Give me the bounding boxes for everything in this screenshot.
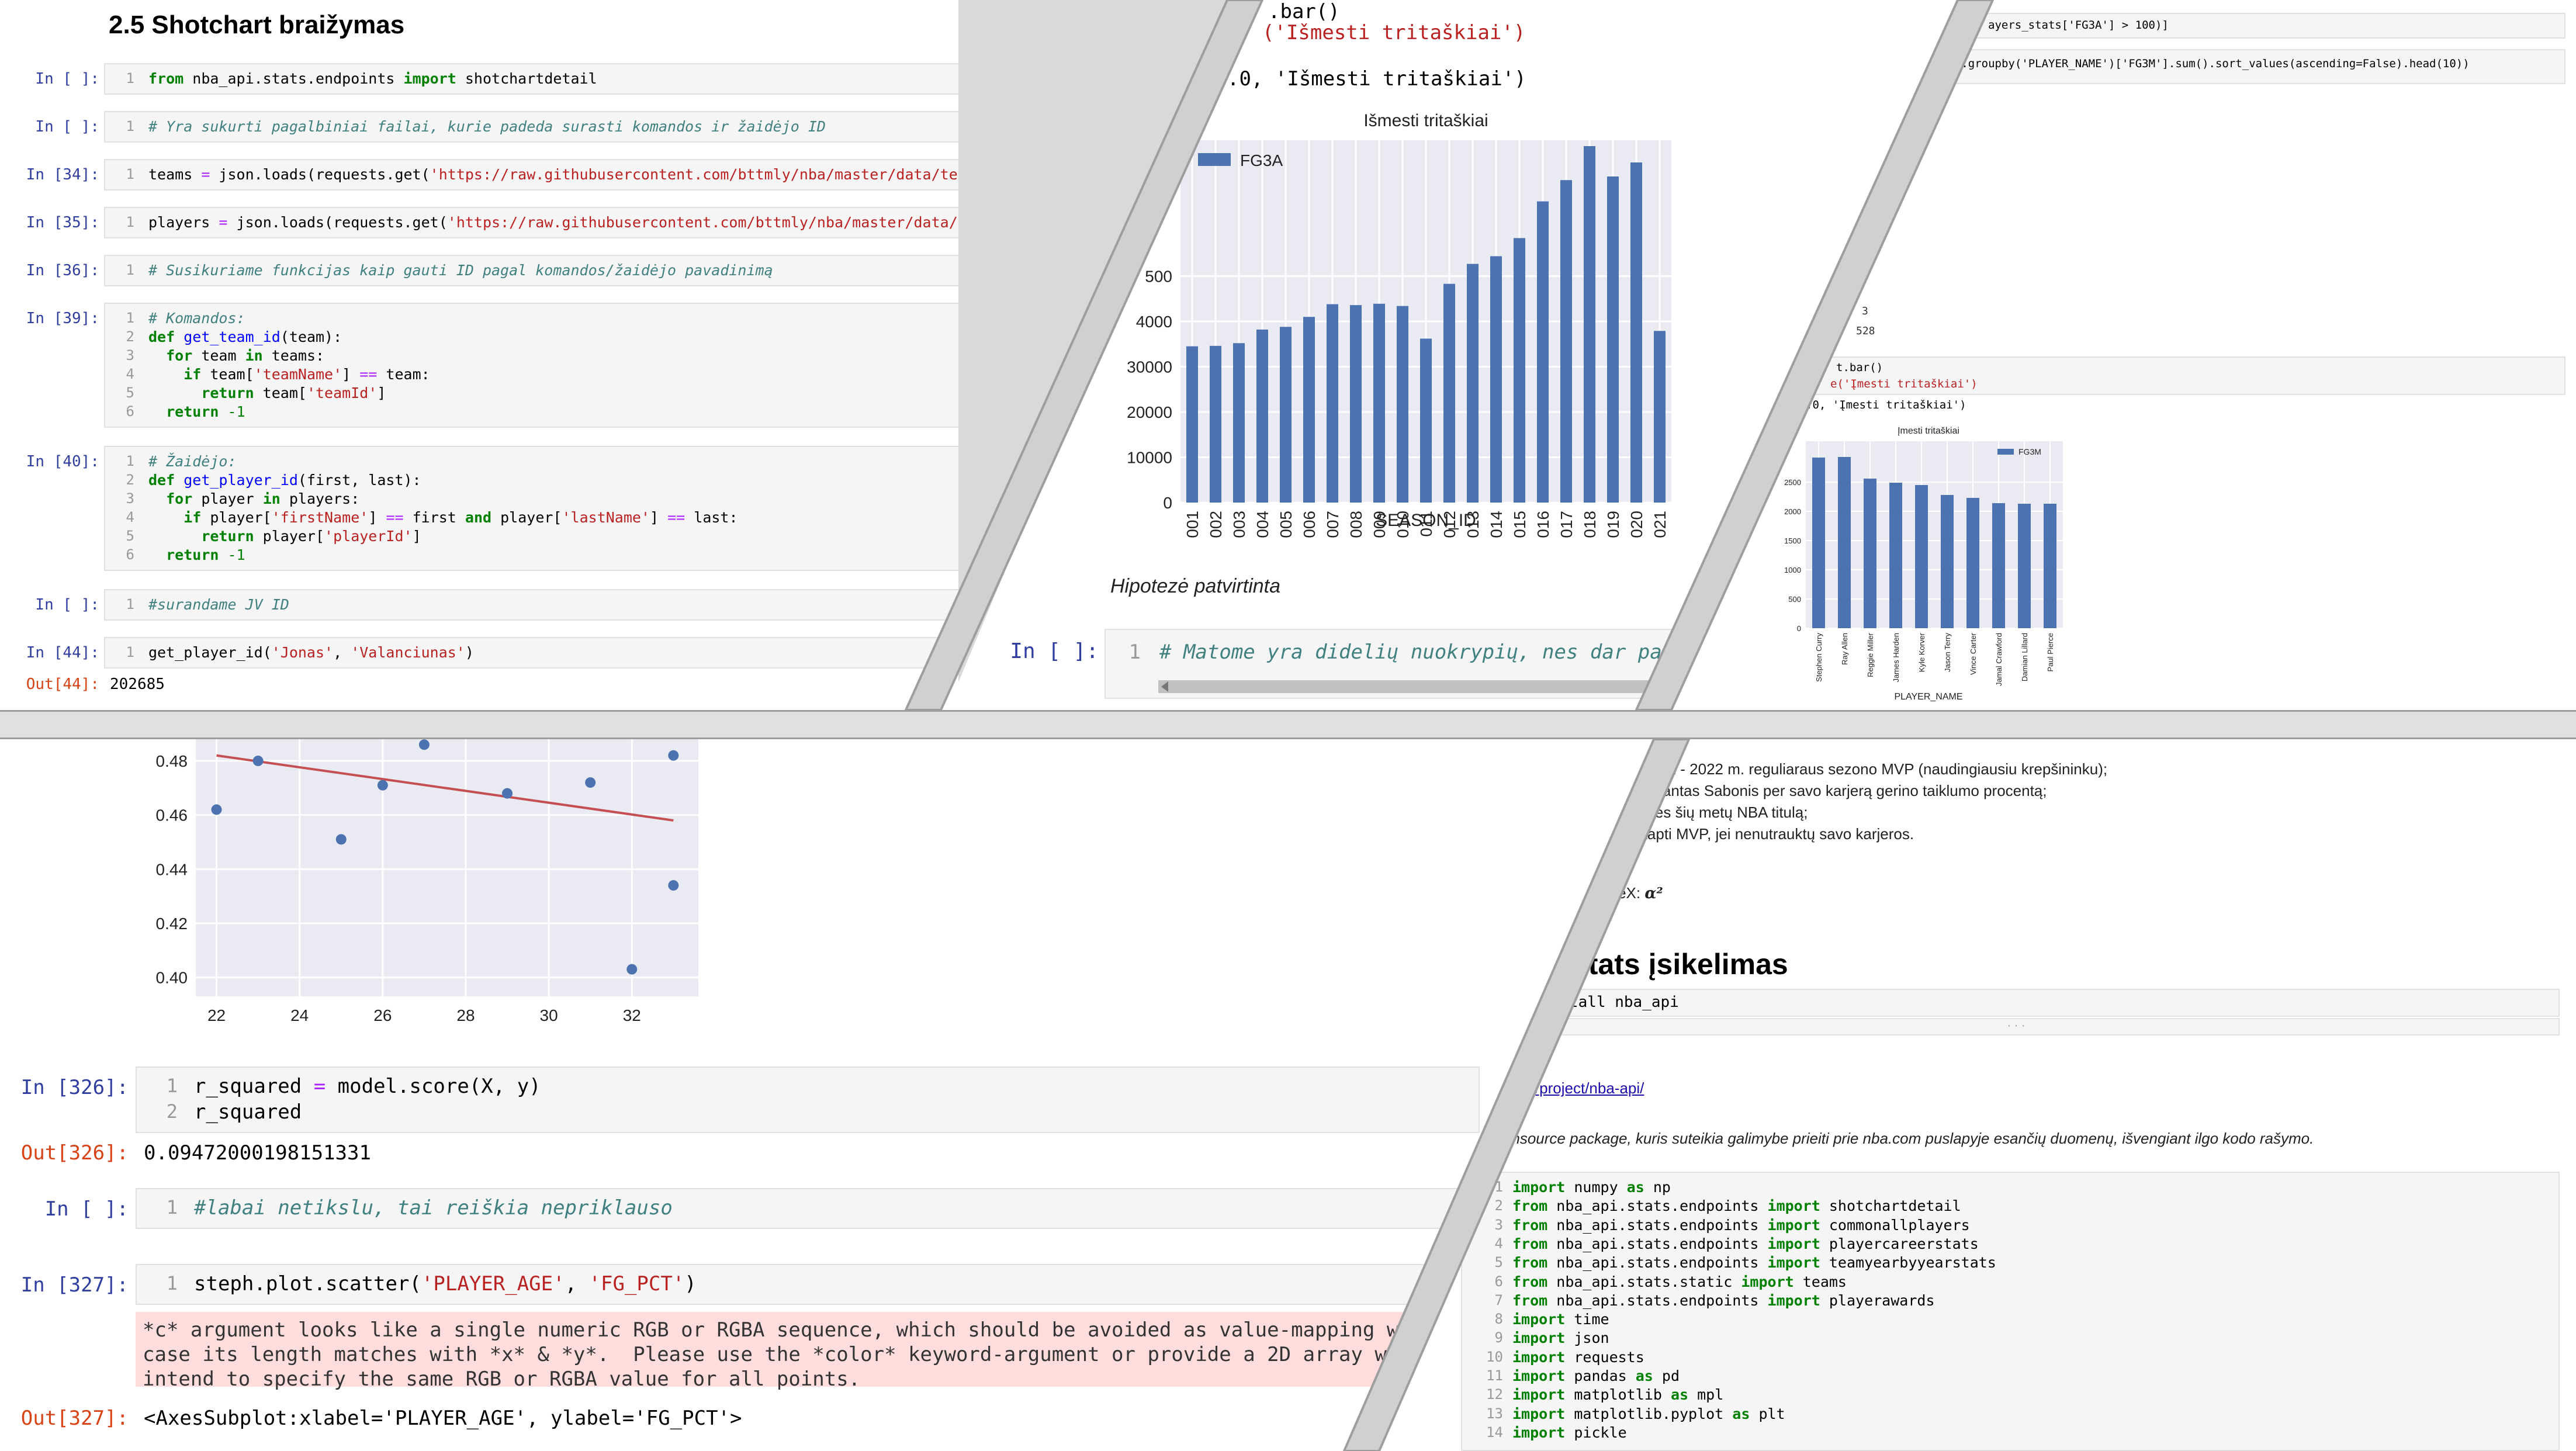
horizontal-divider [0, 710, 2576, 739]
pane-separator [1342, 739, 1691, 1451]
pane-separator [904, 0, 1995, 710]
